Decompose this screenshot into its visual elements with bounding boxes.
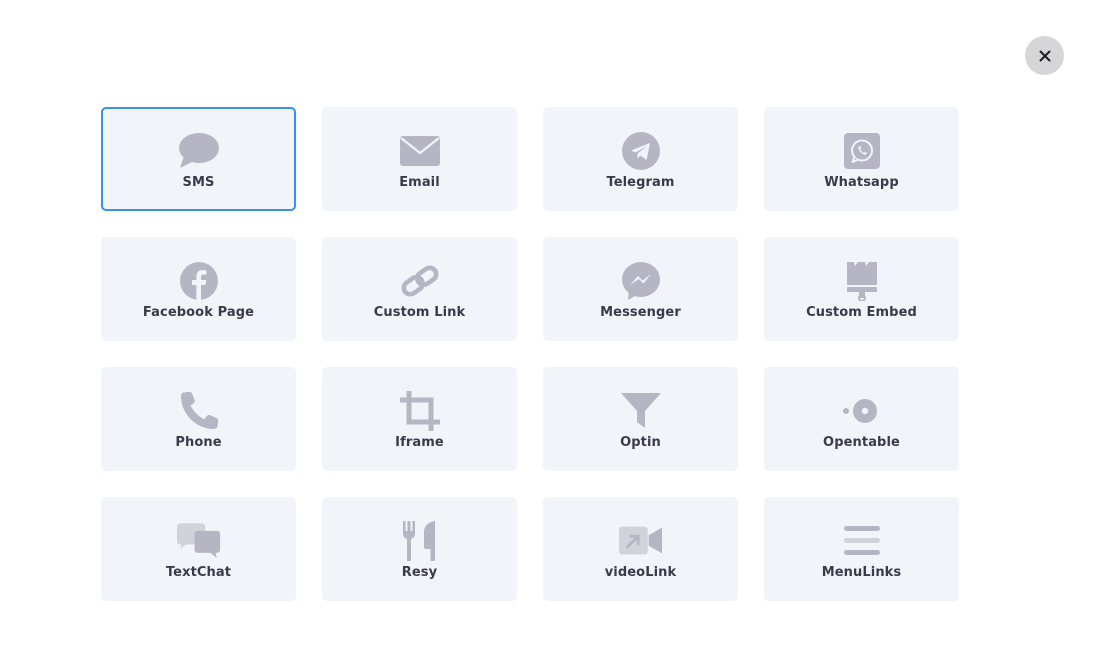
tile-facebook-page[interactable]: Facebook Page [101, 237, 296, 341]
tile-videolink[interactable]: videoLink [543, 497, 738, 601]
opentable-icon [840, 391, 884, 431]
link-icon [398, 261, 442, 301]
tile-custom-link[interactable]: Custom Link [322, 237, 517, 341]
chat-bubbles-icon [176, 521, 221, 561]
tile-resy[interactable]: Resy [322, 497, 517, 601]
tile-phone[interactable]: Phone [101, 367, 296, 471]
messenger-icon [619, 261, 663, 301]
paintbrush-icon [840, 261, 884, 301]
close-button[interactable] [1025, 36, 1064, 75]
tile-optin[interactable]: Optin [543, 367, 738, 471]
crop-icon [398, 391, 442, 431]
email-icon [398, 131, 442, 171]
tile-email[interactable]: Email [322, 107, 517, 211]
facebook-icon [177, 261, 221, 301]
tile-label: Telegram [606, 175, 675, 190]
funnel-icon [619, 391, 663, 431]
tile-label: SMS [182, 175, 215, 190]
whatsapp-icon [840, 131, 884, 171]
tile-opentable[interactable]: Opentable [764, 367, 959, 471]
close-icon [1039, 50, 1050, 61]
tile-messenger[interactable]: Messenger [543, 237, 738, 341]
tile-label: TextChat [165, 565, 232, 580]
video-icon [618, 521, 663, 561]
tile-telegram[interactable]: Telegram [543, 107, 738, 211]
channel-picker-dialog: SMS Email Telegram Whatsapp Facebook Pag… [0, 0, 1114, 669]
tile-label: Custom Embed [806, 305, 917, 320]
tile-label: MenuLinks [821, 565, 902, 580]
tile-label: Opentable [823, 435, 900, 450]
tile-custom-embed[interactable]: Custom Embed [764, 237, 959, 341]
phone-icon [177, 391, 221, 431]
tile-textchat[interactable]: TextChat [101, 497, 296, 601]
utensils-icon [398, 521, 442, 561]
telegram-icon [619, 131, 663, 171]
tile-sms[interactable]: SMS [101, 107, 296, 211]
tile-label: Iframe [395, 435, 444, 450]
channel-grid: SMS Email Telegram Whatsapp Facebook Pag… [101, 107, 959, 601]
tile-menulinks[interactable]: MenuLinks [764, 497, 959, 601]
menu-lines-icon [840, 521, 884, 561]
tile-label: Custom Link [373, 305, 466, 320]
tile-iframe[interactable]: Iframe [322, 367, 517, 471]
tile-whatsapp[interactable]: Whatsapp [764, 107, 959, 211]
tile-label: videoLink [604, 565, 677, 580]
tile-label: Email [399, 175, 440, 190]
tile-label: Resy [401, 565, 438, 580]
tile-label: Messenger [600, 305, 681, 320]
tile-label: Optin [620, 435, 661, 450]
tile-label: Facebook Page [142, 305, 255, 320]
tile-label: Whatsapp [824, 175, 899, 190]
sms-icon [177, 131, 221, 171]
tile-label: Phone [175, 435, 222, 450]
